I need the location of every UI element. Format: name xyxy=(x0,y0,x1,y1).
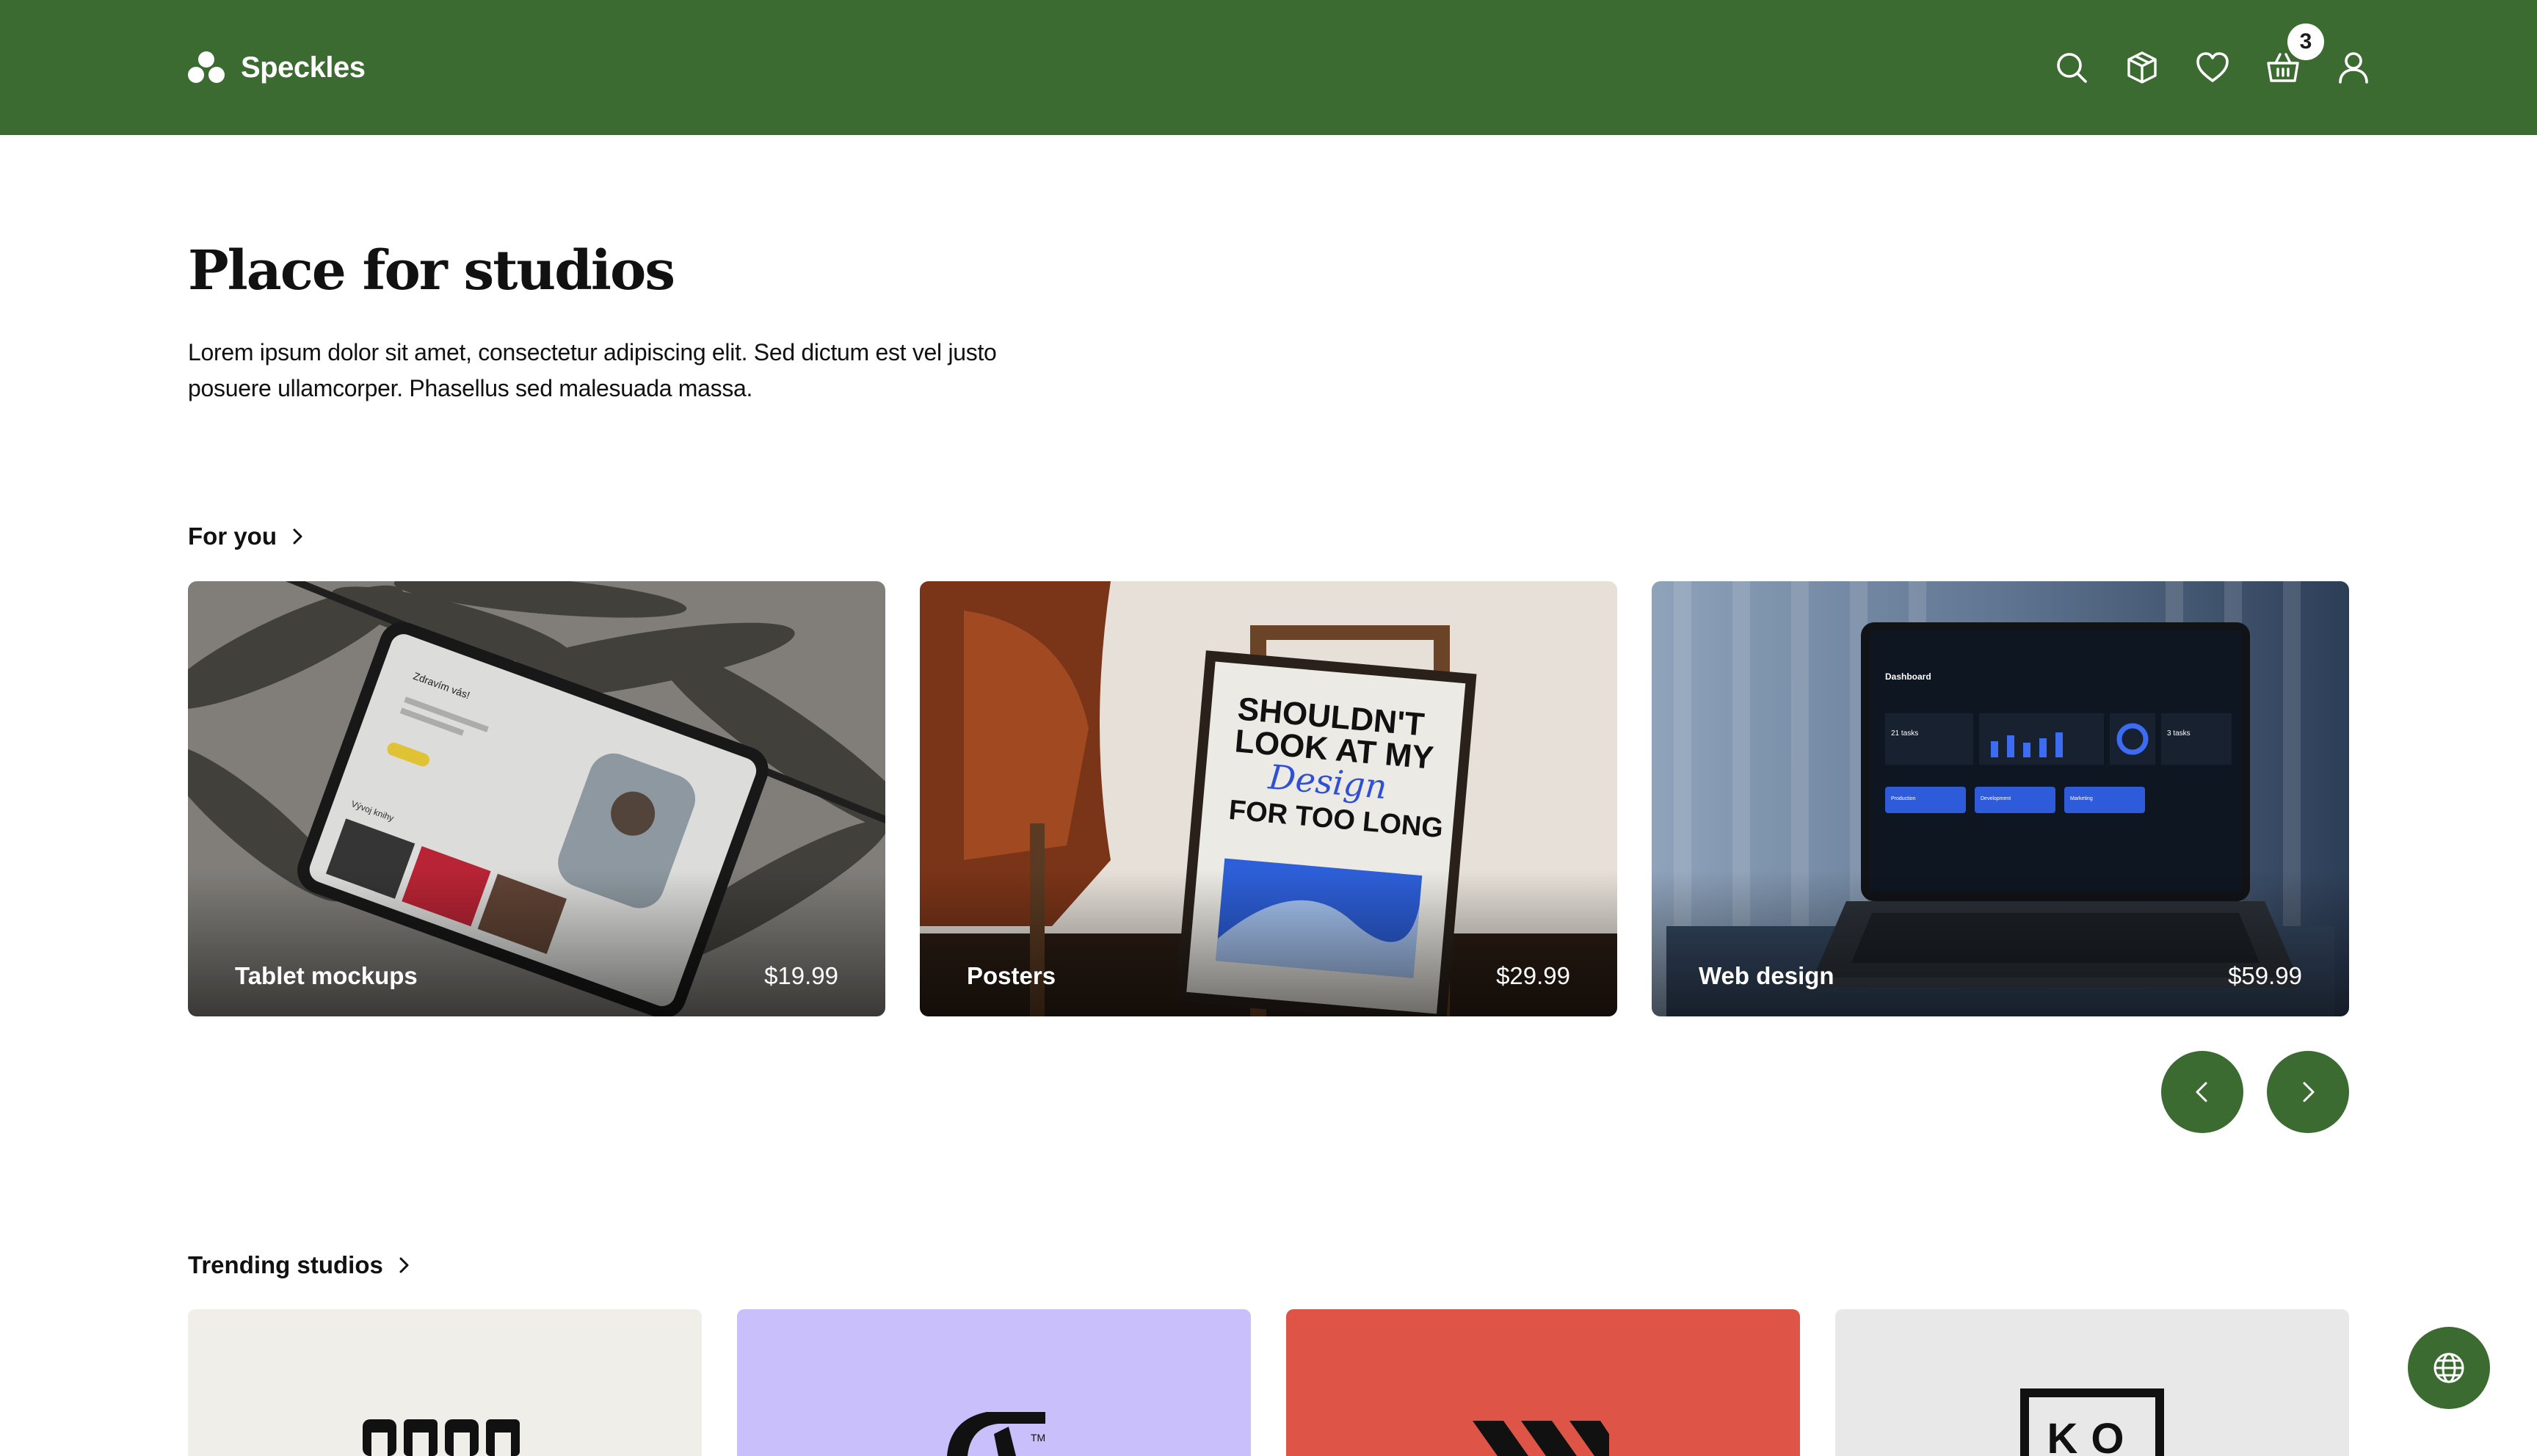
trending-studios-heading: Trending studios xyxy=(188,1251,383,1278)
chevron-right-icon xyxy=(399,1257,409,1273)
studio-logo-text: KO xyxy=(2047,1415,2138,1456)
product-card-tablet-mockups[interactable]: Zdravím vás! Vývoj knihy Tablet mockups … xyxy=(188,581,885,1016)
dashboard-chip-2: Development xyxy=(1981,796,2011,801)
brand-name: Speckles xyxy=(241,51,366,84)
svg-text:TM: TM xyxy=(1031,1432,1045,1444)
card-label: Posters xyxy=(967,962,1056,989)
chevron-left-icon xyxy=(2196,1082,2207,1102)
dashboard-chip-1: Production xyxy=(1891,796,1916,801)
globe-icon xyxy=(2433,1353,2464,1383)
card-price: $59.99 xyxy=(2228,962,2302,989)
studio-logo: TM xyxy=(947,1412,1045,1456)
search-icon[interactable] xyxy=(2054,50,2089,85)
dashboard-stat-2: 3 tasks xyxy=(2167,729,2191,738)
header-actions: 3 xyxy=(2054,23,2371,90)
card-price: $29.99 xyxy=(1496,962,1570,989)
card-label: Tablet mockups xyxy=(235,962,418,989)
card-gradient-overlay xyxy=(920,870,1617,1016)
dashboard-stat: 21 tasks xyxy=(1891,729,1918,738)
studio-card-1[interactable] xyxy=(188,1309,702,1456)
for-you-heading: For you xyxy=(188,523,277,550)
card-price: $19.99 xyxy=(764,962,838,989)
studio-logo xyxy=(1473,1421,1609,1456)
chevron-right-icon xyxy=(293,528,302,545)
studio-card-3[interactable] xyxy=(1286,1309,1800,1456)
package-icon[interactable] xyxy=(2124,50,2160,85)
card-gradient-overlay xyxy=(1652,870,2349,1016)
user-icon[interactable] xyxy=(2336,50,2371,85)
trending-studios-link[interactable]: Trending studios xyxy=(188,1251,414,1279)
card-label: Web design xyxy=(1699,962,1834,989)
heart-icon[interactable] xyxy=(2195,50,2230,85)
carousel-next-button[interactable] xyxy=(2267,1051,2349,1133)
chevron-right-icon xyxy=(2303,1082,2315,1102)
for-you-link[interactable]: For you xyxy=(188,523,308,550)
dashboard-title: Dashboard xyxy=(1885,671,1931,682)
product-card-posters[interactable]: SHOULDN'T LOOK AT MY Design FOR TOO LONG… xyxy=(920,581,1617,1016)
dashboard-chip-3: Marketing xyxy=(2070,796,2093,801)
brand-link[interactable]: Speckles xyxy=(188,44,366,91)
carousel-prev-button[interactable] xyxy=(2161,1051,2243,1133)
studio-card-4[interactable]: KO xyxy=(1835,1309,2349,1456)
studio-logo xyxy=(363,1419,520,1456)
product-card-web-design[interactable]: Dashboard 21 tasks 3 tasks Production De… xyxy=(1652,581,2349,1016)
basket-icon[interactable]: 3 xyxy=(2265,23,2324,85)
top-navigation-bar: Speckles 3 xyxy=(0,0,2537,135)
card-gradient-overlay xyxy=(188,870,885,1016)
language-selector-button[interactable] xyxy=(2408,1327,2490,1409)
cart-count-badge: 3 xyxy=(2287,23,2324,60)
studio-logo: KO xyxy=(2020,1388,2164,1456)
studio-card-2[interactable]: TM xyxy=(737,1309,1251,1456)
speckles-logo-icon xyxy=(188,51,225,83)
page-title: Place for studios xyxy=(188,239,675,302)
hero-description: Lorem ipsum dolor sit amet, consectetur … xyxy=(188,339,997,401)
